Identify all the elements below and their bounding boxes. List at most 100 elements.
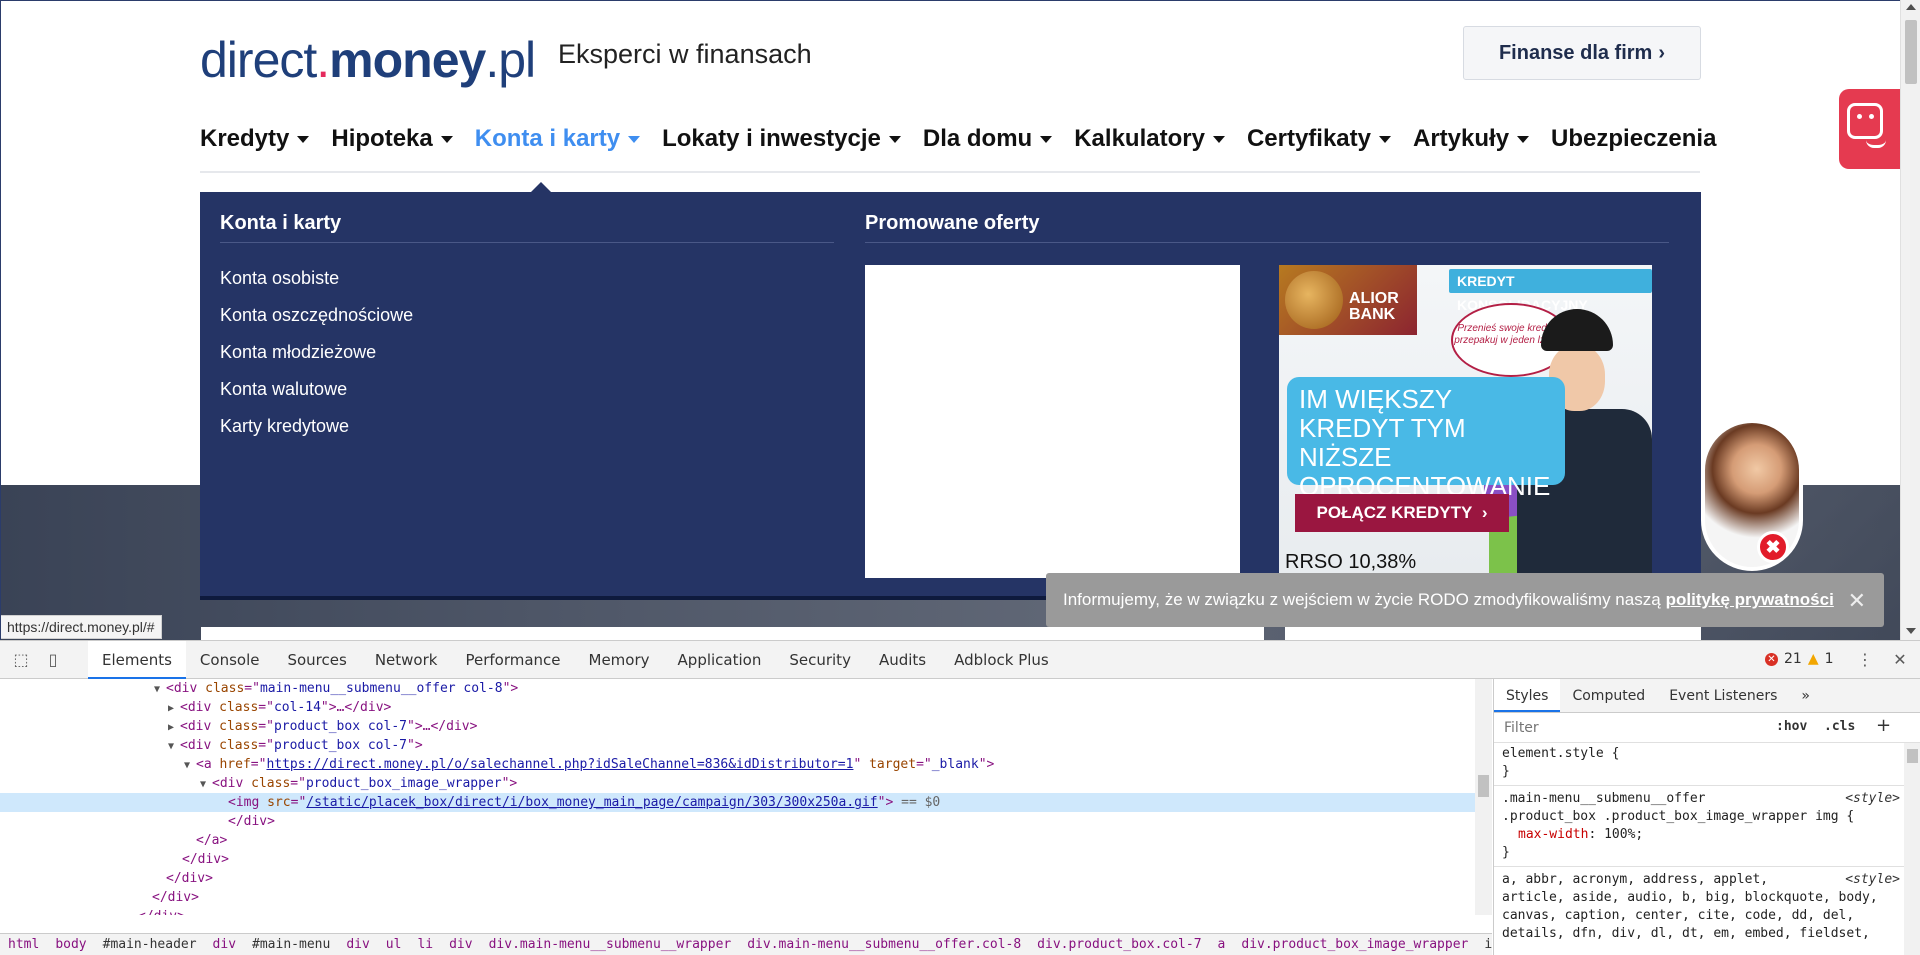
devtools-tab[interactable]: Network <box>361 641 452 679</box>
add-rule-icon[interactable]: + <box>1876 715 1891 736</box>
rule-source[interactable]: <style> <box>1845 790 1900 808</box>
scroll-up-icon[interactable] <box>1906 4 1916 10</box>
nav-item[interactable]: Dla domu <box>923 125 1053 153</box>
breadcrumb-item[interactable]: #main-menu <box>252 934 330 955</box>
devtools-tab[interactable]: Memory <box>575 641 664 679</box>
breadcrumb-item[interactable]: html <box>8 934 39 955</box>
dom-node[interactable]: ▼ <div class="product_box_image_wrapper"> <box>0 774 1475 793</box>
close-icon[interactable]: ✕ <box>1848 588 1866 614</box>
devtools-tab[interactable]: Performance <box>451 641 574 679</box>
dom-node[interactable]: </a> <box>0 831 1475 850</box>
caret-down-icon <box>1040 135 1053 143</box>
dom-node[interactable]: ▶ <div class="col-14">…</div> <box>0 698 1475 717</box>
property-name: max-width <box>1518 827 1589 842</box>
rule-selector[interactable]: .main-menu__submenu__offer <style> <box>1494 790 1904 808</box>
inspect-element-icon[interactable]: ⬚ <box>12 651 30 669</box>
breadcrumb-item[interactable]: div <box>346 934 369 955</box>
submenu-item[interactable]: Konta młodzieżowe <box>220 334 413 371</box>
scroll-down-icon[interactable] <box>1906 628 1916 634</box>
breadcrumb-item[interactable]: div.product_box.col-7 <box>1037 934 1201 955</box>
rule-source[interactable]: <style> <box>1845 871 1900 889</box>
breadcrumb-item[interactable]: ul <box>386 934 402 955</box>
dom-node-selected[interactable]: <img src="/static/placek_box/direct/i/bo… <box>0 793 1475 812</box>
dom-scroll-thumb[interactable] <box>1478 775 1489 797</box>
breadcrumb-item[interactable]: div.product_box_image_wrapper <box>1241 934 1468 955</box>
devtools-tab[interactable]: Sources <box>273 641 360 679</box>
nav-item[interactable]: Ubezpieczenia <box>1551 125 1716 153</box>
breadcrumb-item[interactable]: div <box>449 934 472 955</box>
ua-rule-selector[interactable]: article, aside, audio, b, big, blockquot… <box>1494 889 1904 907</box>
styles-tab[interactable]: » <box>1789 679 1822 712</box>
nav-item[interactable]: Kredyty <box>200 125 310 153</box>
chat-widget[interactable] <box>1839 89 1900 169</box>
dom-node[interactable]: </div> <box>0 907 1475 915</box>
devtools-tab[interactable]: Elements <box>88 641 186 679</box>
submenu-item[interactable]: Konta osobiste <box>220 260 413 297</box>
site-logo[interactable]: direct.money.pl <box>200 31 536 89</box>
nav-item[interactable]: Kalkulatory <box>1074 125 1225 153</box>
devtools-tab[interactable]: Audits <box>865 641 940 679</box>
close-devtools-icon[interactable]: ✕ <box>1891 651 1909 669</box>
scroll-thumb[interactable] <box>1905 20 1917 84</box>
nav-item[interactable]: Lokaty i inwestycje <box>662 125 901 153</box>
styles-tab[interactable]: Styles <box>1494 679 1561 712</box>
ua-rule-selector[interactable]: details, dfn, div, dl, dt, em, embed, fi… <box>1494 925 1904 943</box>
devtools-tab[interactable]: Security <box>775 641 865 679</box>
breadcrumb-item[interactable]: a <box>1218 934 1226 955</box>
promo-box-empty[interactable] <box>865 265 1240 578</box>
dom-node[interactable]: </div> <box>0 812 1475 831</box>
nav-item[interactable]: Konta i karty <box>475 125 641 153</box>
site-tagline: Eksperci w finansach <box>558 39 812 69</box>
submenu-title[interactable]: Konta i karty <box>220 212 341 235</box>
breadcrumb-item[interactable]: div.main-menu__submenu__offer.col-8 <box>747 934 1021 955</box>
dom-scrollbar[interactable] <box>1475 679 1492 915</box>
breadcrumb-item[interactable]: div <box>213 934 236 955</box>
breadcrumb-item[interactable]: div.main-menu__submenu__wrapper <box>489 934 732 955</box>
devtools-tab[interactable]: Console <box>186 641 274 679</box>
dom-node[interactable]: ▼ <a href="https://direct.money.pl/o/sale… <box>0 755 1475 774</box>
element-style-rule[interactable]: element.style { <box>1494 745 1904 763</box>
devtools-tab[interactable]: Adblock Plus <box>940 641 1063 679</box>
ua-rule-selector[interactable]: canvas, caption, center, cite, code, dd,… <box>1494 907 1904 925</box>
styles-filter-input[interactable] <box>1502 718 1762 738</box>
class-toggle[interactable]: .cls <box>1824 719 1855 734</box>
dom-node[interactable]: </div> <box>0 850 1475 869</box>
nav-item-label: Kalkulatory <box>1074 125 1205 152</box>
dom-node[interactable]: ▶ <div class="product_box col-7">…</div> <box>0 717 1475 736</box>
ad-cta-button[interactable]: POŁĄCZ KREDYTY › <box>1295 494 1509 532</box>
dom-node[interactable]: </div> <box>0 888 1475 907</box>
submenu-item[interactable]: Konta walutowe <box>220 371 413 408</box>
ua-rule-selector[interactable]: a, abbr, acronym, address, applet, <style… <box>1494 871 1904 889</box>
rule-property[interactable]: max-width: 100%; <box>1494 826 1904 844</box>
promo-divider <box>865 242 1669 243</box>
styles-scrollbar[interactable] <box>1904 743 1920 955</box>
promo-ad-banner[interactable]: ALIORBANK KREDYT KONSOLIDACYJNY Przenieś… <box>1279 265 1652 575</box>
breadcrumb-item[interactable]: img <box>1484 934 1492 955</box>
submenu-item[interactable]: Konta oszczędnościowe <box>220 297 413 334</box>
privacy-policy-link[interactable]: politykę prywatności <box>1666 590 1834 610</box>
dom-tree: ▼ <div class="main-menu__submenu__offer c… <box>0 679 1492 915</box>
console-counts[interactable]: ✕ 21 ▲ 1 <box>1765 651 1834 667</box>
breadcrumb-item[interactable]: body <box>55 934 86 955</box>
styles-tab[interactable]: Event Listeners <box>1657 679 1789 712</box>
dom-node[interactable]: ▼ <div class="product_box col-7"> <box>0 736 1475 755</box>
nav-item-label: Hipoteka <box>331 125 433 152</box>
device-toolbar-icon[interactable]: ▯ <box>44 651 62 669</box>
breadcrumb-item[interactable]: #main-header <box>103 934 197 955</box>
page-scrollbar[interactable] <box>1900 0 1920 640</box>
nav-item[interactable]: Certyfikaty <box>1247 125 1391 153</box>
more-options-icon[interactable]: ⋮ <box>1856 651 1874 669</box>
dom-node[interactable]: </div> <box>0 869 1475 888</box>
styles-tab[interactable]: Computed <box>1560 679 1657 712</box>
nav-item[interactable]: Hipoteka <box>331 125 453 153</box>
hover-state-toggle[interactable]: :hov <box>1776 719 1807 734</box>
breadcrumb-item[interactable]: li <box>417 934 433 955</box>
close-icon[interactable]: ✖ <box>1757 531 1789 563</box>
styles-scroll-thumb[interactable] <box>1907 749 1918 763</box>
submenu-item[interactable]: Karty kredytowe <box>220 408 413 445</box>
dom-node[interactable]: ▼ <div class="main-menu__submenu__offer c… <box>0 679 1475 698</box>
business-finance-button[interactable]: Finanse dla firm › <box>1463 26 1701 80</box>
rule-selector[interactable]: .product_box .product_box_image_wrapper … <box>1494 808 1904 826</box>
nav-item[interactable]: Artykuły <box>1413 125 1530 153</box>
devtools-tab[interactable]: Application <box>664 641 776 679</box>
